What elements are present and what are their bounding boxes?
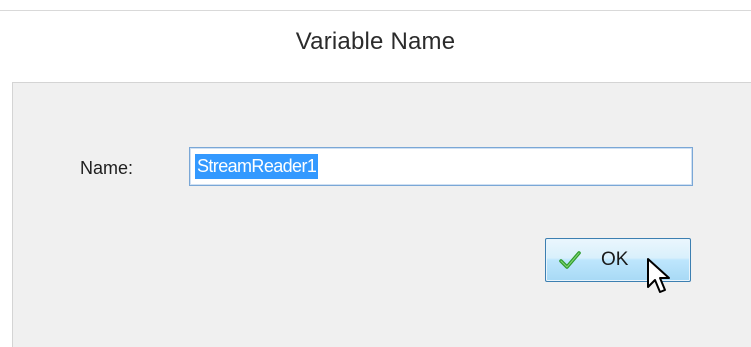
dialog-title: Variable Name [295, 28, 456, 55]
checkmark-icon [559, 251, 581, 269]
mouse-pointer-icon [647, 258, 670, 293]
name-input[interactable]: StreamReader1 [189, 147, 693, 186]
dialog-content-panel [12, 82, 751, 347]
window-top-border [0, 10, 751, 11]
name-input-selected-text[interactable]: StreamReader1 [195, 154, 319, 179]
name-label: Name: [80, 158, 134, 178]
ok-button-label: OK [601, 249, 629, 270]
variable-name-dialog: Variable Name Name: StreamReader1 OK [0, 0, 751, 347]
